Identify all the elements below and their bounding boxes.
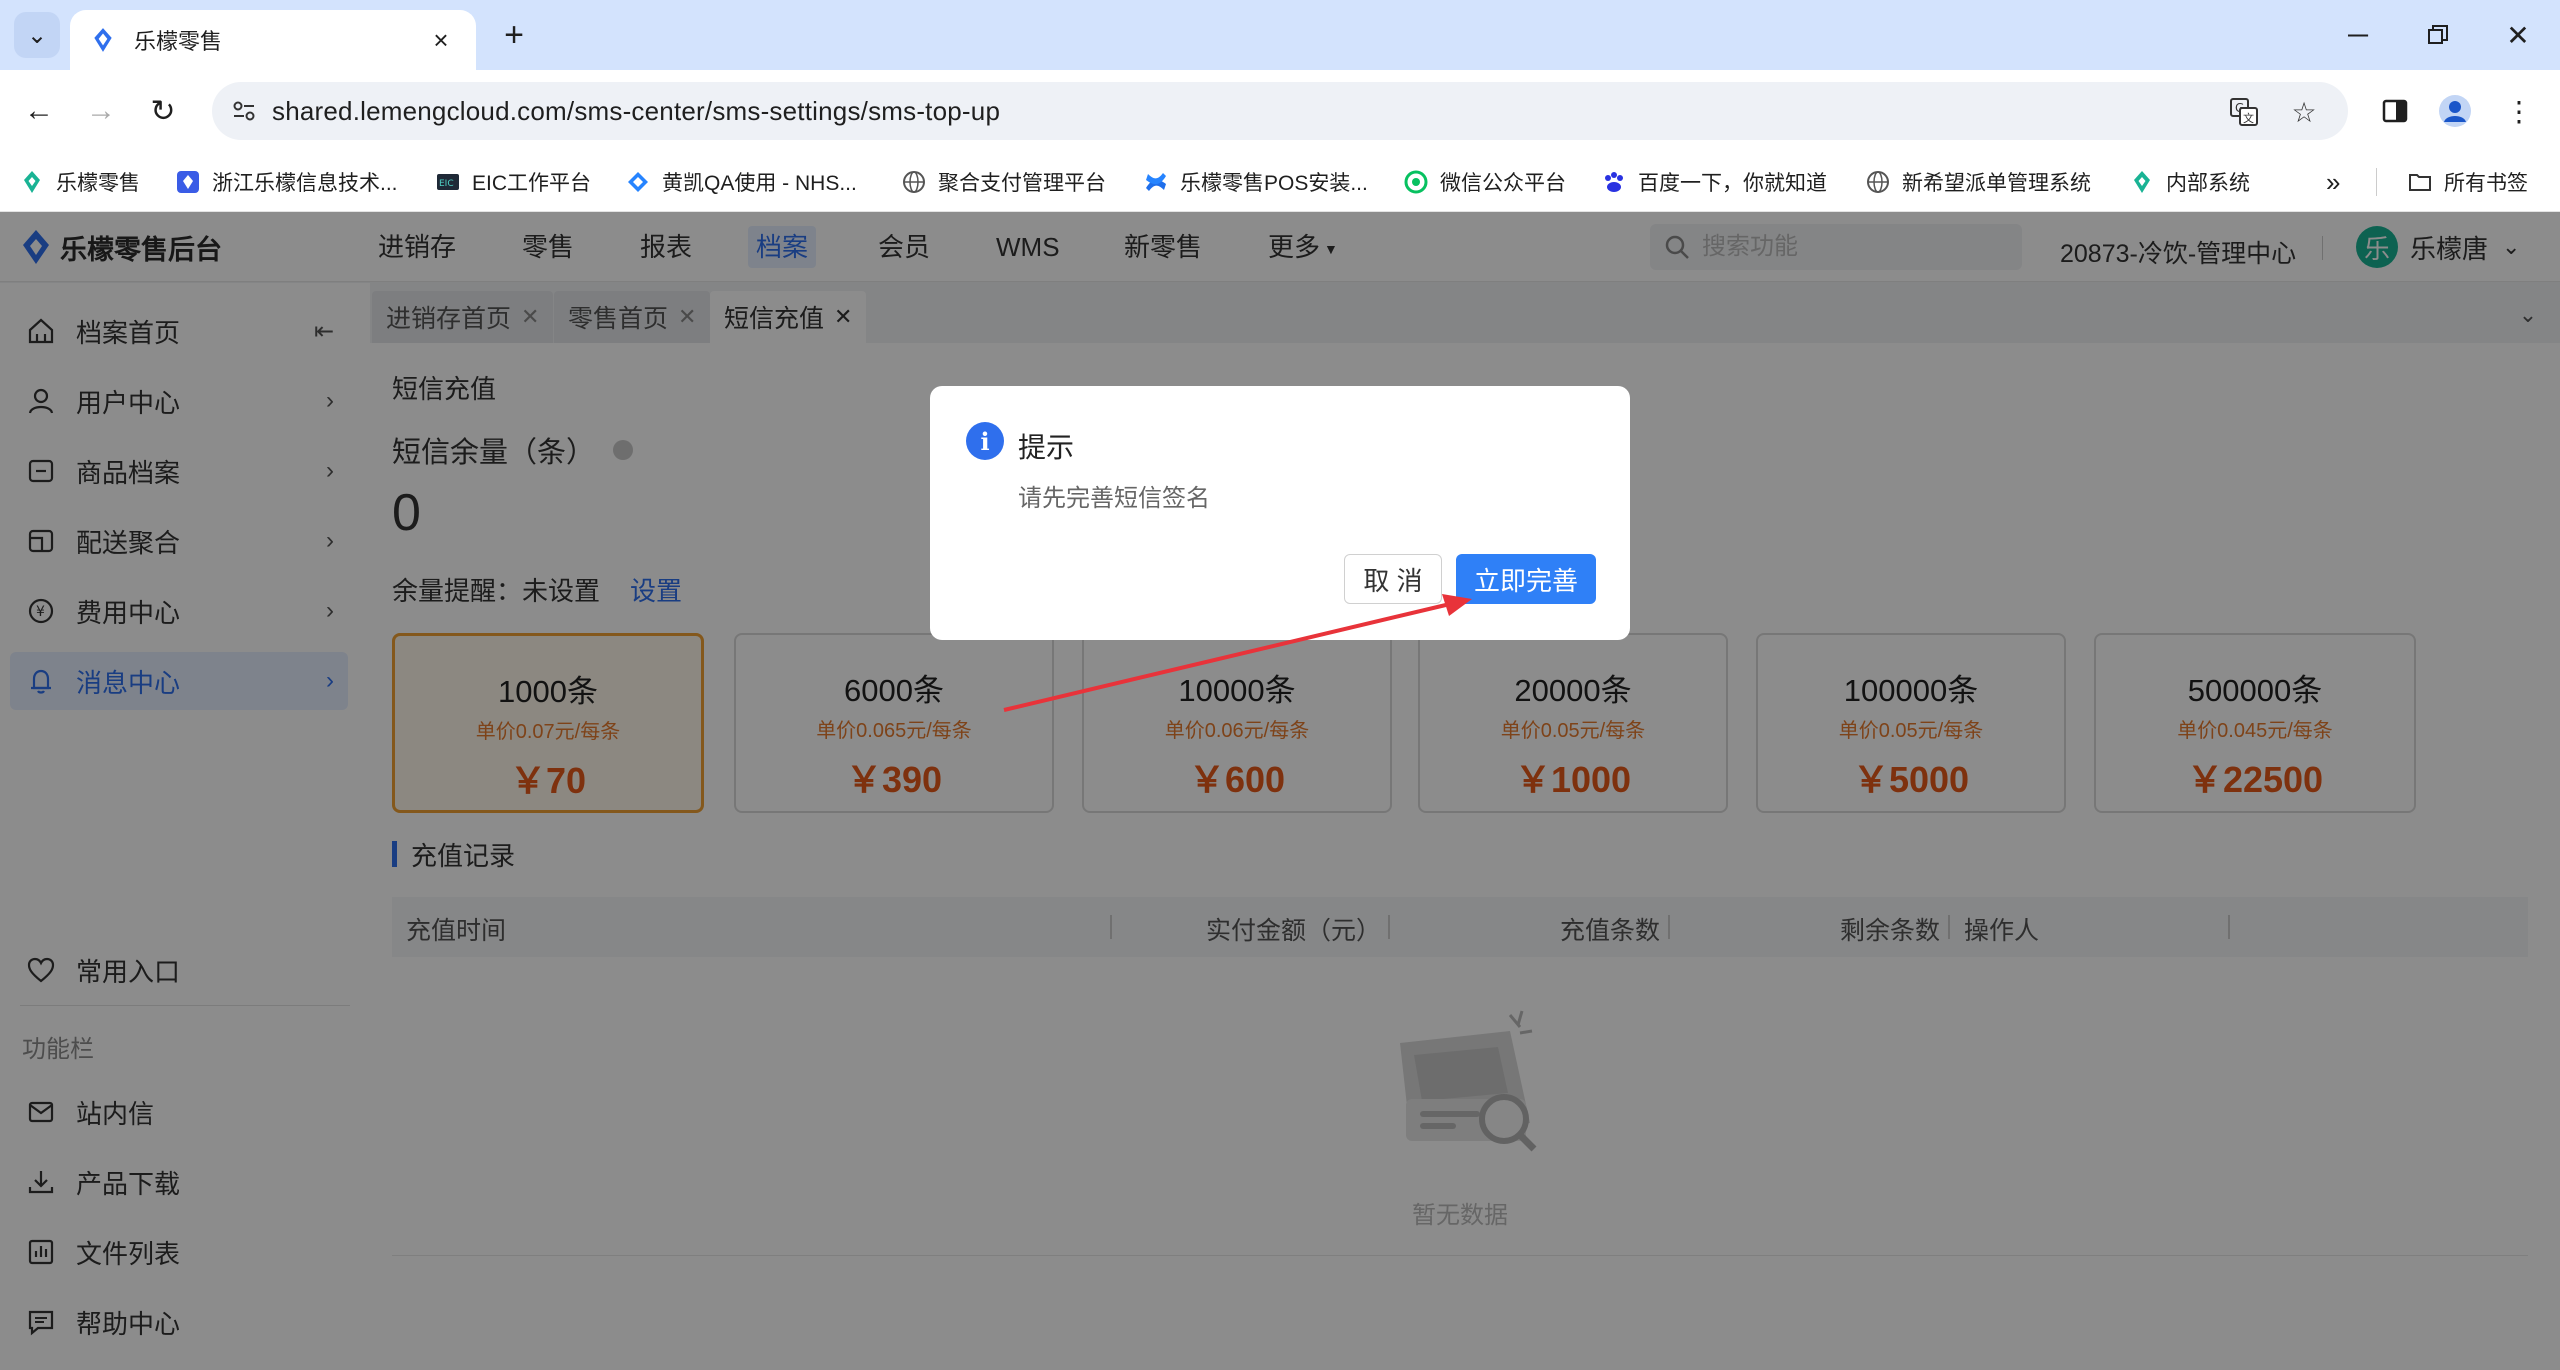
arrow-left-icon: ← <box>24 94 54 127</box>
baidu-icon <box>1605 172 1623 192</box>
reload-button[interactable]: ↻ <box>140 88 186 134</box>
address-bar[interactable]: shared.lemengcloud.com/sms-center/sms-se… <box>212 82 2348 140</box>
restore-icon <box>2428 25 2448 44</box>
bookmark-item[interactable]: 内部系统 <box>2130 166 2250 198</box>
bookmark-item[interactable]: 黄凯QA使用 - NHS... <box>626 166 857 198</box>
url-text: shared.lemengcloud.com/sms-center/sms-se… <box>272 95 1001 126</box>
side-panel-button[interactable] <box>2372 88 2418 134</box>
jira-icon <box>628 172 648 192</box>
browser-tab-title: 乐檬零售 <box>134 29 223 54</box>
browser-tabstrip: ⌄ 乐檬零售 × + ─ ✕ <box>0 0 2560 70</box>
all-bookmarks-button[interactable]: 所有书签 <box>2408 166 2528 198</box>
forward-button[interactable]: → <box>78 88 124 134</box>
back-button[interactable]: ← <box>16 88 62 134</box>
close-tab-icon[interactable]: × <box>426 25 456 56</box>
prompt-dialog: i 提示 请先完善短信签名 取 消 立即完善 <box>930 386 1630 640</box>
bookmark-item[interactable]: 百度一下，你就知道 <box>1602 166 1827 198</box>
tab-search-button[interactable]: ⌄ <box>14 12 60 58</box>
bookmark-item[interactable]: EIC EIC工作平台 <box>436 166 591 198</box>
translate-icon[interactable]: G文 <box>2228 96 2260 128</box>
browser-toolbar: ← → ↻ shared.lemengcloud.com/sms-center/… <box>0 70 2560 152</box>
lemeng-icon <box>2134 171 2150 193</box>
info-icon: i <box>966 422 1004 460</box>
bookmark-item[interactable]: 微信公众平台 <box>1404 166 1566 198</box>
zhejiang-lemeng-icon <box>177 171 199 193</box>
side-panel-icon <box>2382 99 2408 123</box>
dialog-title: 提示 <box>1018 432 1075 463</box>
eic-icon: EIC <box>437 174 459 190</box>
confluence-icon <box>1146 173 1166 191</box>
wechat-icon <box>1404 170 1428 194</box>
bookmarks-bar: 乐檬零售 浙江乐檬信息技术... EIC EIC工作平台 黄凯QA使用 - NH… <box>0 152 2560 212</box>
complete-now-button[interactable]: 立即完善 <box>1456 554 1596 604</box>
bookmark-item[interactable]: 乐檬零售 <box>20 166 140 198</box>
bookmarks-divider <box>2376 168 2377 196</box>
folder-icon <box>2409 174 2431 191</box>
reload-icon: ↻ <box>150 94 176 128</box>
globe-icon <box>903 171 925 193</box>
restore-button[interactable] <box>2408 12 2468 58</box>
browser-menu-button[interactable]: ⋮ <box>2496 88 2542 134</box>
lemeng-favicon-icon <box>94 28 112 52</box>
bookmark-star-icon[interactable]: ☆ <box>2288 96 2320 128</box>
arrow-right-icon: → <box>86 94 116 127</box>
bookmark-item[interactable]: 乐檬零售POS安装... <box>1144 166 1368 198</box>
minimize-button[interactable]: ─ <box>2328 12 2388 58</box>
chevron-down-icon: ⌄ <box>26 21 48 49</box>
profile-button[interactable] <box>2432 88 2478 134</box>
close-window-button[interactable]: ✕ <box>2488 12 2548 58</box>
browser-tab[interactable]: 乐檬零售 × <box>70 10 476 70</box>
svg-text:EIC: EIC <box>439 179 454 189</box>
site-settings-icon[interactable] <box>230 97 258 125</box>
globe-icon <box>1867 171 1889 193</box>
bookmark-item[interactable]: 新希望派单管理系统 <box>1866 166 2091 198</box>
profile-icon <box>2439 95 2471 127</box>
bookmark-item[interactable]: 浙江乐檬信息技术... <box>176 166 398 198</box>
more-vertical-icon: ⋮ <box>2505 95 2533 127</box>
double-chevron-right-icon: » <box>2326 166 2341 197</box>
new-tab-button[interactable]: + <box>494 16 534 56</box>
svg-text:文: 文 <box>2243 111 2254 125</box>
cancel-button[interactable]: 取 消 <box>1344 554 1442 604</box>
dialog-message: 请先完善短信签名 <box>1018 485 1210 512</box>
lemeng-icon <box>24 171 40 193</box>
bookmark-item[interactable]: 聚合支付管理平台 <box>902 166 1106 198</box>
more-bookmarks-button[interactable]: » <box>2326 166 2340 198</box>
